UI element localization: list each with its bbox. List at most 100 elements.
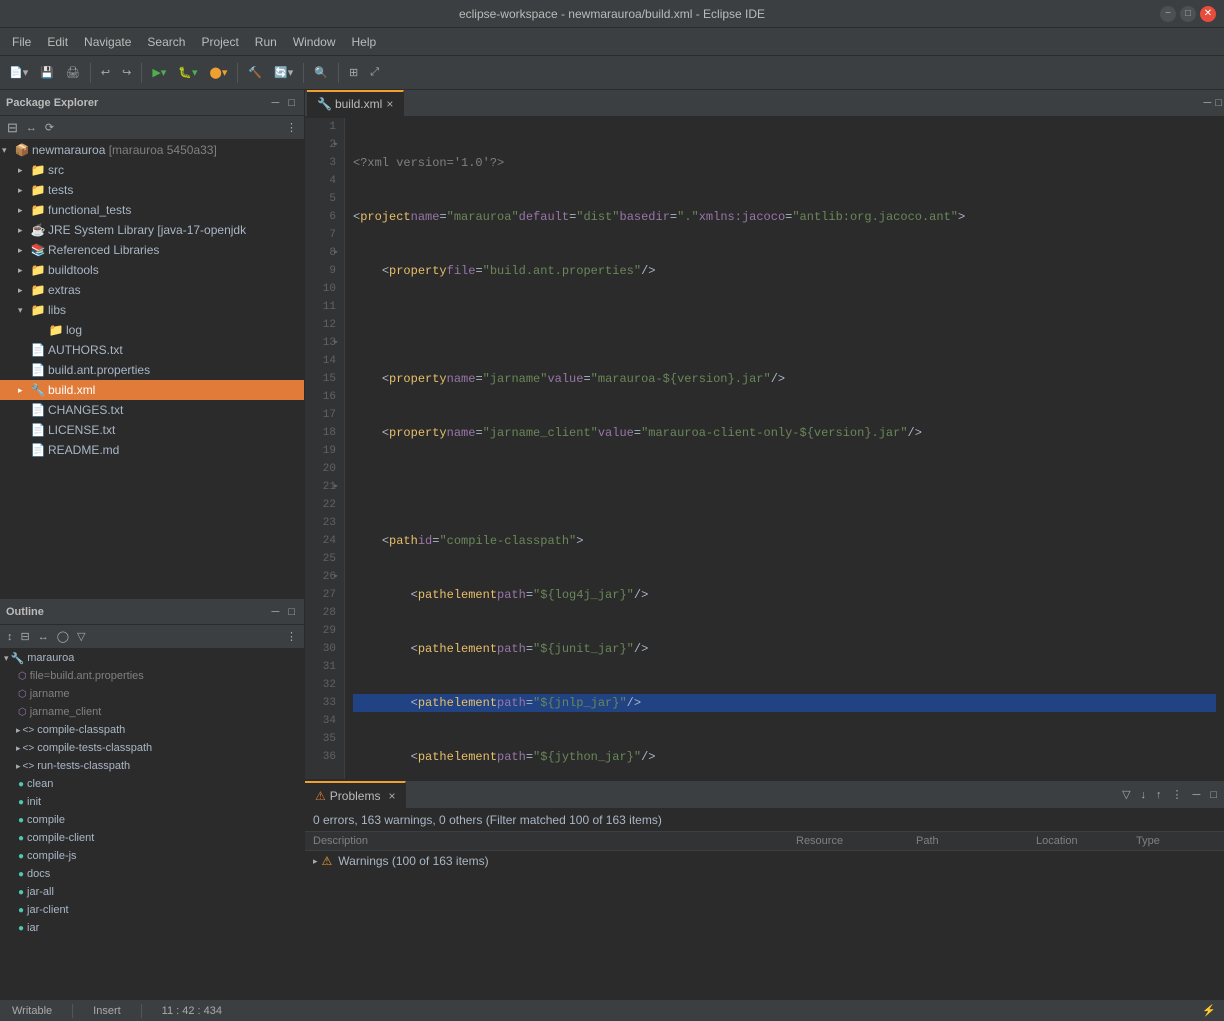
bottom-tabs: ⚠ Problems × ▽ ↓ ↑ ⋮ ─ □ [305,781,1224,809]
tree-item-build-ant[interactable]: ▸ 📄 build.ant.properties [0,360,304,380]
link-editor-button[interactable]: ↔ [23,121,40,135]
tree-item-jre[interactable]: ▸ ☕ JRE System Library [java-17-openjdk [0,220,304,240]
tree-item-src[interactable]: ▸ 📁 src [0,160,304,180]
menu-search[interactable]: Search [139,32,193,52]
editor-minimize[interactable]: ─ [1204,97,1212,109]
build-button[interactable]: 🔨 [243,63,267,82]
tab-build-xml-label: build.xml [335,97,382,111]
tree-item-buildtools[interactable]: ▸ 📁 buildtools [0,260,304,280]
outline-menu[interactable]: ⋮ [283,629,300,644]
outline-compile-tests-classpath[interactable]: ▸ <> compile-tests-classpath [0,739,304,757]
run-button[interactable]: ▶▾ [147,63,171,82]
problems-filter[interactable]: ▽ [1119,787,1133,802]
package-explorer-maximize[interactable]: □ [285,96,298,110]
outline-filebuild[interactable]: ⬡ file=build.ant.properties [0,667,304,685]
refresh-button[interactable]: 🔄▾ [269,63,298,82]
outline-iar[interactable]: ● iar [0,919,304,937]
problems-prev[interactable]: ↑ [1153,788,1165,802]
package-explorer-minimize[interactable]: ─ [269,96,283,110]
close-button[interactable]: ✕ [1200,6,1216,22]
code-content[interactable]: <?xml version='1.0'?> <project name="mar… [345,118,1224,779]
outline-compile-classpath[interactable]: ▸ <> compile-classpath [0,721,304,739]
menu-help[interactable]: Help [344,32,385,52]
outline-jarname-client[interactable]: ⬡ jarname_client [0,703,304,721]
outline-jar-client[interactable]: ● jar-client [0,901,304,919]
menu-edit[interactable]: Edit [39,32,76,52]
label-reflibs: Referenced Libraries [48,243,159,257]
tree-item-tests[interactable]: ▸ 📁 tests [0,180,304,200]
sync-button[interactable]: ⟳ [42,120,57,135]
outline-jarname[interactable]: ⬡ jarname [0,685,304,703]
tree-item-functional-tests[interactable]: ▸ 📁 functional_tests [0,200,304,220]
fullscreen-button[interactable]: ⤢ [365,63,384,82]
tree-item-log[interactable]: ▸ 📁 log [0,320,304,340]
arrow-tests: ▸ [18,185,30,196]
tab-build-xml[interactable]: 🔧 build.xml × [307,90,404,116]
collapse-all-button[interactable]: ⊟ [4,119,21,137]
tab-problems-close[interactable]: × [388,789,395,803]
warnings-label: Warnings (100 of 163 items) [338,854,488,868]
tree-item-newmarauroa[interactable]: ▾ 📦 newmarauroa [marauroa 5450a33] [0,140,304,160]
debug-button[interactable]: 🐛▾ [173,63,202,82]
ln-5: 5 [313,190,336,208]
problems-next[interactable]: ↓ [1138,788,1150,802]
tree-item-extras[interactable]: ▸ 📁 extras [0,280,304,300]
outline-minimize[interactable]: ─ [269,605,283,619]
outline-controls: ─ □ [269,605,298,619]
ln-18: 18 [313,424,336,442]
menu-file[interactable]: File [4,32,39,52]
outline-compile-js[interactable]: ● compile-js [0,847,304,865]
label-license: LICENSE.txt [48,423,115,437]
outline-sort[interactable]: ↕ [4,630,16,644]
problems-minimize[interactable]: ─ [1190,788,1204,802]
tree-item-changes[interactable]: ▸ 📄 CHANGES.txt [0,400,304,420]
new-button[interactable]: 📄▾ [4,63,33,82]
save-button[interactable]: 💾 [35,63,59,82]
outline-label-filebuild: file=build.ant.properties [30,670,144,682]
minimize-button[interactable]: − [1160,6,1176,22]
icon-changes: 📄 [30,403,46,417]
maximize-button[interactable]: □ [1180,6,1196,22]
tree-item-build-xml[interactable]: ▸ 🔧 build.xml [0,380,304,400]
tree-item-referenced-libraries[interactable]: ▸ 📚 Referenced Libraries [0,240,304,260]
outline-hide[interactable]: ◯ [54,629,72,644]
tree-item-authors[interactable]: ▸ 📄 AUTHORS.txt [0,340,304,360]
coverage-button[interactable]: ⬤▾ [205,63,233,82]
editor-maximize[interactable]: □ [1215,97,1222,109]
outline-filter[interactable]: ▽ [74,629,88,644]
code-line-2: <project name="marauroa" default="dist" … [353,208,1216,226]
menu-window[interactable]: Window [285,32,344,52]
menu-run[interactable]: Run [247,32,285,52]
search-toolbar-button[interactable]: 🔍 [309,63,333,82]
problems-warnings-row[interactable]: ▸ ⚠ Warnings (100 of 163 items) [305,851,1224,871]
problems-menu[interactable]: ⋮ [1169,787,1186,802]
outline-jar-all[interactable]: ● jar-all [0,883,304,901]
tab-problems[interactable]: ⚠ Problems × [305,781,406,808]
menu-navigate[interactable]: Navigate [76,32,139,52]
tab-build-xml-close[interactable]: × [386,97,393,111]
tree-item-libs[interactable]: ▾ 📁 libs [0,300,304,320]
outline-docs[interactable]: ● docs [0,865,304,883]
outline-link[interactable]: ↔ [35,630,52,644]
redo-button[interactable]: ↪ [117,63,136,82]
tree-item-license[interactable]: ▸ 📄 LICENSE.txt [0,420,304,440]
print-button[interactable]: 🖨 [61,63,85,82]
outline-maximize[interactable]: □ [285,605,298,619]
code-editor[interactable]: 1 2▸ 3 4 5 6 7 8▸ 9 10 11 12 13▸ 14 15 1… [305,118,1224,779]
menu-project[interactable]: Project [193,32,246,52]
outline-marauroa[interactable]: ▾ 🔧 marauroa [0,649,304,667]
tree-item-readme[interactable]: ▸ 📄 README.md [0,440,304,460]
ln-10: 10 [313,280,336,298]
outline-compile[interactable]: ● compile [0,811,304,829]
perspective-button[interactable]: ⊞ [344,63,363,82]
outline-clean[interactable]: ● clean [0,775,304,793]
undo-button[interactable]: ↩ [96,63,115,82]
pkg-explorer-menu[interactable]: ⋮ [283,120,300,135]
outline-compile-client[interactable]: ● compile-client [0,829,304,847]
outline-init[interactable]: ● init [0,793,304,811]
problems-maximize[interactable]: □ [1207,788,1220,802]
ln-15: 15 [313,370,336,388]
outline-collapse[interactable]: ⊟ [18,629,33,644]
outline-run-tests-classpath[interactable]: ▸ <> run-tests-classpath [0,757,304,775]
ln-26: 26▸ [313,568,336,586]
